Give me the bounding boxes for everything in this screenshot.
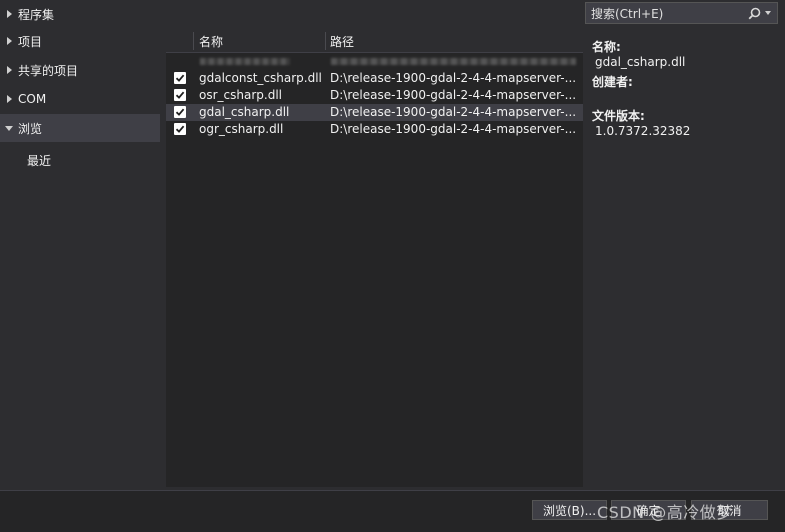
row-name: gdal_csharp.dll [199, 105, 290, 119]
detail-creator-label: 创建者: [592, 75, 633, 89]
nav-item-assemblies[interactable]: 程序集 [0, 0, 160, 28]
row-name: gdalconst_csharp.dll [199, 71, 322, 85]
expand-arrow-icon[interactable] [0, 37, 18, 45]
obscured-path [331, 58, 576, 65]
nav-subitem-label: 最近 [27, 153, 52, 168]
nav-item-shared-projects[interactable]: 共享的项目 [0, 56, 160, 84]
row-name: ogr_csharp.dll [199, 122, 284, 136]
list-header: 名称 路径 [166, 30, 583, 53]
column-header-path[interactable]: 路径 [330, 30, 354, 52]
row-path: D:\release-1900-gdal-2-4-4-mapserver-... [330, 122, 577, 136]
nav-item-browse[interactable]: 浏览 [0, 114, 160, 142]
nav-item-projects[interactable]: 项目 [0, 27, 160, 55]
nav-item-com[interactable]: COM [0, 85, 160, 113]
nav-item-label: 浏览 [18, 121, 43, 136]
watermark: CSDN @高冷做梦 [597, 503, 733, 522]
nav-subitem-recent[interactable]: 最近 [27, 150, 51, 170]
expand-arrow-icon[interactable] [0, 95, 18, 103]
expand-arrow-icon[interactable] [0, 10, 18, 18]
row-name: osr_csharp.dll [199, 88, 282, 102]
nav-item-label: COM [18, 92, 47, 106]
search-icon [748, 7, 760, 19]
search-input[interactable]: 搜索(Ctrl+E) [586, 5, 741, 22]
column-separator[interactable] [193, 32, 194, 50]
nav-item-label: 项目 [18, 34, 43, 49]
table-row[interactable]: ogr_csharp.dll D:\release-1900-gdal-2-4-… [166, 121, 583, 138]
row-checkbox[interactable] [174, 72, 186, 84]
dropdown-arrow-icon [764, 11, 771, 15]
browse-button[interactable]: 浏览(B)... [532, 500, 607, 520]
column-header-name[interactable]: 名称 [199, 30, 223, 52]
nav-item-label: 程序集 [18, 7, 55, 22]
expand-arrow-icon[interactable] [0, 66, 18, 74]
column-separator[interactable] [325, 32, 326, 50]
table-row-selected[interactable]: gdal_csharp.dll D:\release-1900-gdal-2-4… [166, 104, 583, 121]
search-box[interactable]: 搜索(Ctrl+E) [585, 2, 778, 24]
dialog-footer: 浏览(B)... 确定 取消 CSDN @高冷做梦 [0, 490, 785, 532]
nav-item-label: 共享的项目 [18, 63, 79, 78]
detail-version-label: 文件版本: [592, 109, 645, 123]
row-checkbox[interactable] [174, 89, 186, 101]
row-path: D:\release-1900-gdal-2-4-4-mapserver-... [330, 71, 577, 85]
row-path: D:\release-1900-gdal-2-4-4-mapserver-... [330, 105, 577, 119]
table-row[interactable]: osr_csharp.dll D:\release-1900-gdal-2-4-… [166, 87, 583, 104]
table-row[interactable]: gdalconst_csharp.dll D:\release-1900-gda… [166, 70, 583, 87]
obscured-name [200, 58, 290, 65]
collapse-arrow-icon[interactable] [0, 125, 18, 131]
detail-name-label: 名称: [592, 40, 621, 54]
row-path: D:\release-1900-gdal-2-4-4-mapserver-... [330, 88, 577, 102]
table-row-obscured[interactable] [166, 53, 583, 70]
reference-list: 名称 路径 gdalconst_csharp.dll D:\release-19… [166, 30, 583, 487]
row-checkbox[interactable] [174, 123, 186, 135]
search-button[interactable] [741, 3, 777, 23]
left-navigation: 程序集 项目 共享的项目 COM 浏览 最近 [0, 0, 165, 490]
row-checkbox[interactable] [174, 106, 186, 118]
detail-version-value: 1.0.7372.32382 [595, 124, 691, 138]
detail-name-value: gdal_csharp.dll [595, 55, 686, 69]
